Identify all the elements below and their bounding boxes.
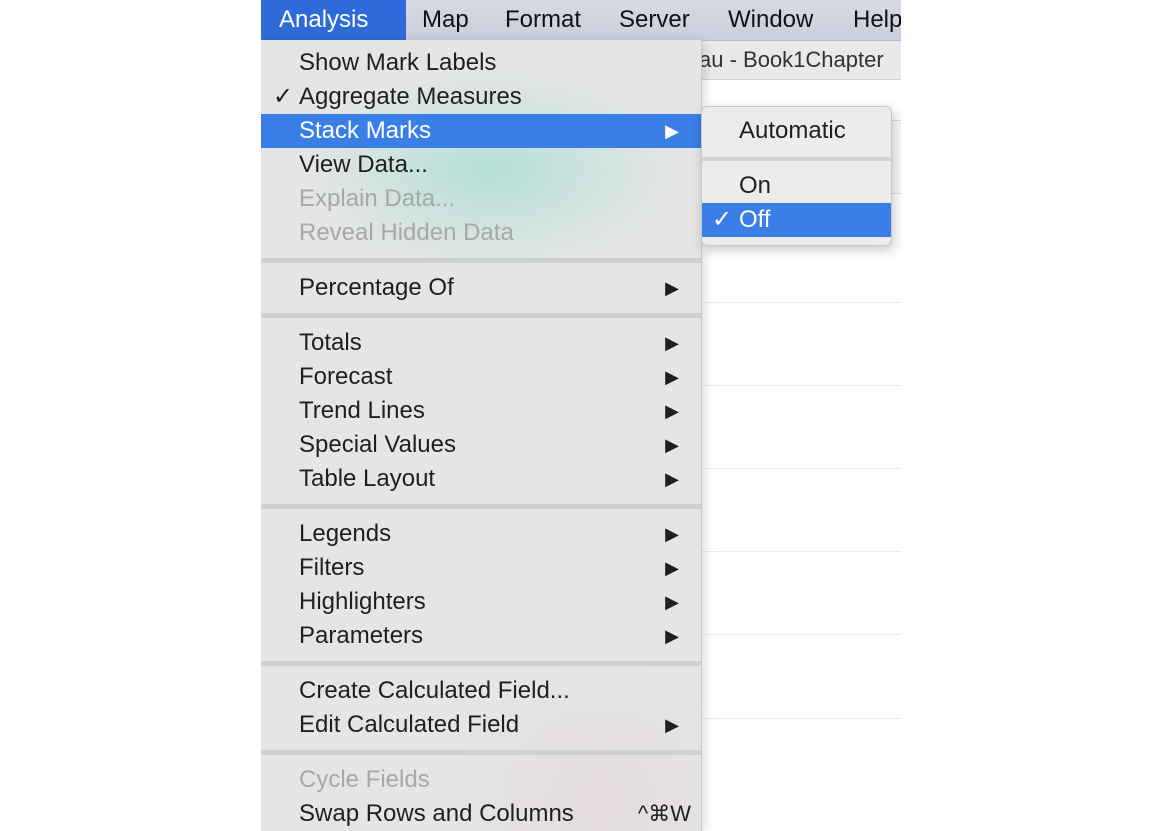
menu-separator bbox=[261, 504, 701, 509]
menu-item-totals[interactable]: Totals ▶ bbox=[261, 326, 701, 360]
menu-separator bbox=[261, 661, 701, 666]
background-gridline bbox=[701, 551, 901, 552]
menu-item-label: Create Calculated Field... bbox=[299, 677, 570, 704]
menu-item-aggregate-measures[interactable]: ✓ Aggregate Measures bbox=[261, 80, 701, 114]
background-gridline bbox=[701, 718, 901, 719]
keyboard-shortcut: ^⌘W bbox=[637, 801, 691, 826]
analysis-menu: Show Mark Labels ✓ Aggregate Measures St… bbox=[261, 40, 702, 831]
menubar-map[interactable]: Map bbox=[406, 0, 485, 40]
submenu-arrow-icon: ▶ bbox=[665, 558, 679, 578]
submenu-arrow-icon: ▶ bbox=[665, 626, 679, 646]
checkmark-icon: ✓ bbox=[273, 83, 294, 110]
menubar-server[interactable]: Server bbox=[603, 0, 706, 40]
submenu-arrow-icon: ▶ bbox=[665, 524, 679, 544]
menu-item-filters[interactable]: Filters ▶ bbox=[261, 551, 701, 585]
menu-item-label: Special Values bbox=[299, 431, 456, 458]
menu-item-trend-lines[interactable]: Trend Lines ▶ bbox=[261, 394, 701, 428]
menu-separator bbox=[261, 258, 701, 263]
menu-item-parameters[interactable]: Parameters ▶ bbox=[261, 619, 701, 653]
screenshot: au - Book1Chapter Analysis Map Format Se… bbox=[261, 0, 901, 831]
menu-item-label: Highlighters bbox=[299, 588, 426, 615]
background-gridline bbox=[701, 302, 901, 303]
menu-item-label: Cycle Fields bbox=[299, 766, 430, 793]
submenu-arrow-icon: ▶ bbox=[665, 435, 679, 455]
checkmark-icon: ✓ bbox=[712, 206, 733, 233]
background-gridline bbox=[701, 385, 901, 386]
background-gridline bbox=[701, 634, 901, 635]
menu-item-reveal-hidden-data: Reveal Hidden Data bbox=[261, 216, 701, 250]
submenu-item-on[interactable]: On bbox=[702, 169, 891, 203]
window-title: au - Book1Chapter bbox=[699, 47, 884, 72]
menu-item-edit-calculated-field[interactable]: Edit Calculated Field ▶ bbox=[261, 708, 701, 742]
submenu-item-label: Automatic bbox=[739, 117, 846, 144]
menu-separator bbox=[261, 313, 701, 318]
menu-item-label: Edit Calculated Field bbox=[299, 711, 520, 738]
menu-item-label: Explain Data... bbox=[299, 185, 456, 212]
menu-item-label: Table Layout bbox=[299, 465, 436, 492]
menu-item-label: Percentage Of bbox=[299, 274, 454, 301]
menubar-format[interactable]: Format bbox=[489, 0, 597, 40]
menu-item-label: Totals bbox=[299, 329, 362, 356]
menubar-help[interactable]: Help bbox=[837, 0, 901, 40]
menu-item-label: Show Mark Labels bbox=[299, 49, 497, 76]
submenu-arrow-icon: ▶ bbox=[665, 469, 679, 489]
menubar-analysis[interactable]: Analysis bbox=[261, 0, 406, 40]
menu-item-view-data[interactable]: View Data... bbox=[261, 148, 701, 182]
menu-item-label: View Data... bbox=[299, 151, 428, 178]
menu-item-table-layout[interactable]: Table Layout ▶ bbox=[261, 462, 701, 496]
menu-item-special-values[interactable]: Special Values ▶ bbox=[261, 428, 701, 462]
submenu-arrow-icon: ▶ bbox=[665, 401, 679, 421]
menu-bar: Analysis Map Format Server Window Help bbox=[261, 0, 901, 41]
menubar-window[interactable]: Window bbox=[712, 0, 829, 40]
menu-item-label: Parameters bbox=[299, 622, 424, 649]
menu-item-label: Stack Marks bbox=[299, 117, 432, 144]
menu-item-legends[interactable]: Legends ▶ bbox=[261, 517, 701, 551]
menu-item-label: Filters bbox=[299, 554, 365, 581]
menu-item-label: Swap Rows and Columns bbox=[299, 800, 574, 827]
menu-item-label: Reveal Hidden Data bbox=[299, 219, 514, 246]
menu-item-label: Aggregate Measures bbox=[299, 83, 522, 110]
submenu-item-automatic[interactable]: Automatic bbox=[702, 114, 891, 148]
menu-item-label: Legends bbox=[299, 520, 392, 547]
submenu-item-off[interactable]: ✓ Off bbox=[702, 203, 891, 237]
menu-item-highlighters[interactable]: Highlighters ▶ bbox=[261, 585, 701, 619]
stack-marks-submenu: Automatic On ✓ Off bbox=[701, 106, 892, 246]
submenu-arrow-icon: ▶ bbox=[665, 715, 679, 735]
menu-item-cycle-fields: Cycle Fields bbox=[261, 763, 701, 797]
submenu-arrow-icon: ▶ bbox=[665, 333, 679, 353]
menu-item-stack-marks[interactable]: Stack Marks ▶ bbox=[261, 114, 701, 148]
window-title-bar: au - Book1Chapter bbox=[691, 40, 901, 80]
menu-item-swap-rows-and-columns[interactable]: Swap Rows and Columns ^⌘W bbox=[261, 797, 701, 831]
menu-item-label: Trend Lines bbox=[299, 397, 425, 424]
menu-item-forecast[interactable]: Forecast ▶ bbox=[261, 360, 701, 394]
menu-item-label: Forecast bbox=[299, 363, 393, 390]
submenu-separator bbox=[702, 157, 891, 161]
submenu-item-label: On bbox=[739, 172, 772, 199]
submenu-arrow-icon: ▶ bbox=[665, 121, 679, 141]
submenu-arrow-icon: ▶ bbox=[665, 367, 679, 387]
menu-item-create-calculated-field[interactable]: Create Calculated Field... bbox=[261, 674, 701, 708]
background-gridline bbox=[701, 468, 901, 469]
menu-item-explain-data: Explain Data... bbox=[261, 182, 701, 216]
menu-item-percentage-of[interactable]: Percentage Of ▶ bbox=[261, 271, 701, 305]
menu-separator bbox=[261, 750, 701, 755]
submenu-item-label: Off bbox=[739, 206, 771, 233]
menu-item-show-mark-labels[interactable]: Show Mark Labels bbox=[261, 46, 701, 80]
submenu-arrow-icon: ▶ bbox=[665, 278, 679, 298]
submenu-arrow-icon: ▶ bbox=[665, 592, 679, 612]
